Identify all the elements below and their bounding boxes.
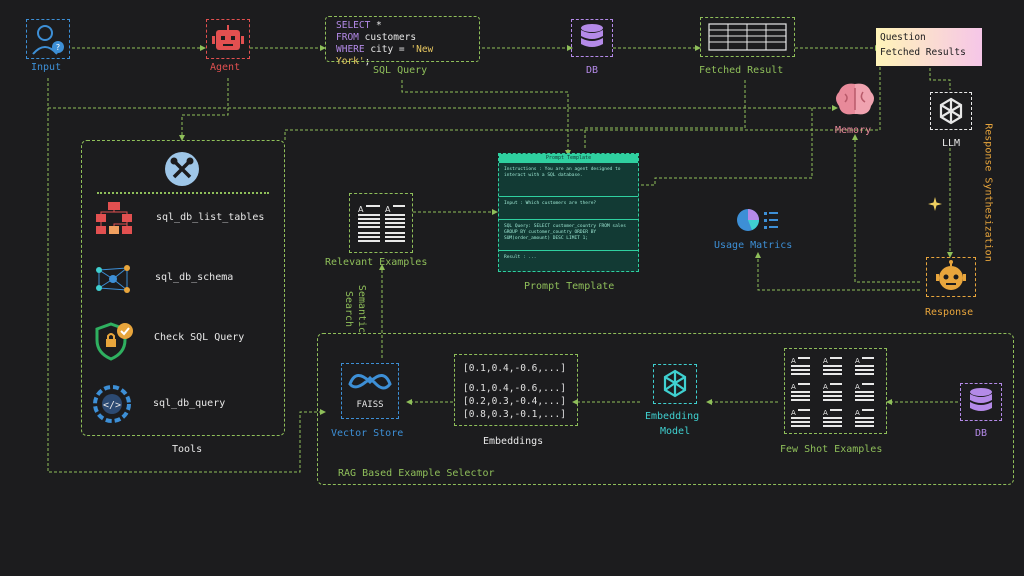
pie-chart-icon	[737, 209, 778, 231]
tool-check-query[interactable]: Check SQL Query	[154, 332, 244, 343]
tools-label: Tools	[172, 444, 203, 455]
flowchart-icon	[96, 202, 132, 234]
prompt-section-sql: SQL Query: SELECT customer_country FROM …	[499, 220, 638, 251]
question-context-box: Question Fetched Results	[876, 28, 982, 66]
sql-text: customers	[358, 32, 417, 43]
svg-text:A: A	[823, 383, 828, 391]
tools-icon-wrap	[165, 152, 199, 186]
embeddings-node[interactable]: [0.1,0.4,-0.6,...] [0.1,0.4,-0.6,...] [0…	[454, 354, 578, 426]
embedding-vector: [0.8,0.3,-0.1,...]	[463, 409, 566, 420]
llm-label: LLM	[942, 138, 961, 149]
sparkle-icon	[928, 197, 942, 211]
sql-text: ;	[364, 56, 371, 67]
svg-text:A: A	[855, 357, 860, 365]
user-icon: ?	[32, 25, 64, 55]
vector-store-node[interactable]: FAISS	[341, 363, 399, 419]
svg-text:A: A	[823, 357, 828, 365]
network-icon	[96, 265, 130, 293]
relevant-examples-node[interactable]: A A	[349, 193, 413, 253]
prompt-section-result: Result : ...	[504, 255, 537, 260]
document-icon: A A	[358, 205, 405, 242]
prompt-section-instructions: Instructions : You are an agent designed…	[499, 163, 638, 197]
input-node[interactable]: ?	[26, 19, 70, 59]
prompt-template-card[interactable]: Prompt Template Instructions : You are a…	[498, 153, 639, 272]
sql-keyword: SELECT	[336, 20, 371, 31]
db-label: DB	[586, 65, 599, 76]
response-node[interactable]	[926, 257, 976, 297]
embedding-model-node[interactable]	[653, 364, 697, 404]
database-icon	[970, 388, 992, 411]
tool-db-query[interactable]: sql_db_query	[153, 398, 225, 409]
svg-text:A: A	[385, 205, 391, 214]
llm-node[interactable]	[930, 92, 972, 130]
rag-selector-label: RAG Based Example Selector	[338, 468, 495, 479]
fetched-results-text: Fetched Results	[880, 47, 966, 58]
document-icon: A A A A A A A A A	[791, 357, 874, 427]
svg-text:A: A	[823, 409, 828, 417]
db2-label: DB	[975, 428, 988, 439]
usage-matrics-label: Usage Matrics	[714, 240, 793, 251]
vector-store-label: Vector Store	[331, 428, 404, 439]
svg-text:A: A	[855, 409, 860, 417]
fetched-result-label: Fetched Result	[699, 65, 784, 76]
tool-schema[interactable]: sql_db_schema	[155, 272, 233, 283]
sql-keyword: FROM	[336, 32, 359, 43]
openai-icon	[939, 97, 963, 125]
svg-text:?: ?	[56, 43, 60, 52]
memory-label: Memory	[835, 125, 872, 136]
rag-selector-container	[317, 333, 1014, 485]
embedding-vector: [0.1,0.4,-0.6,...]	[463, 383, 566, 394]
sql-query-label: SQL Query	[373, 65, 428, 76]
prompt-template-label: Prompt Template	[524, 281, 615, 292]
fetched-result-node[interactable]	[700, 17, 795, 57]
prompt-card-title: Prompt Template	[499, 154, 638, 163]
db-node[interactable]	[571, 19, 613, 57]
table-icon	[708, 23, 787, 51]
sql-keyword: WHERE	[336, 44, 365, 55]
agent-label: Agent	[210, 62, 241, 73]
few-shot-examples-label: Few Shot Examples	[780, 444, 883, 455]
brain-icon	[836, 83, 874, 115]
embeddings-label: Embeddings	[483, 436, 544, 447]
agent-node[interactable]	[206, 19, 250, 59]
openai-icon	[663, 369, 687, 398]
few-shot-examples-node[interactable]: A A A A A A A A A	[784, 348, 887, 434]
database-icon	[581, 24, 603, 47]
infinity-icon	[348, 374, 392, 390]
prompt-section-input: Input : Which customers are there?	[499, 197, 638, 220]
embedding-model-label-1: Embedding	[645, 411, 700, 422]
svg-text:A: A	[791, 409, 796, 417]
semantic-search-label: Semantic Search	[343, 284, 367, 334]
embedding-vector-top: [0.1,0.4,-0.6,...]	[463, 363, 566, 374]
gear-code-icon: </>	[93, 385, 131, 423]
svg-text:</>: </>	[103, 400, 121, 411]
svg-text:A: A	[791, 357, 796, 365]
sql-text: *	[370, 20, 382, 31]
tools-icon	[170, 157, 194, 179]
sql-query-node[interactable]: SELECT * FROM customers WHERE city = 'Ne…	[325, 16, 480, 67]
bot-face-icon	[936, 260, 966, 290]
svg-text:A: A	[358, 205, 364, 214]
tools-divider	[97, 192, 269, 194]
robot-icon	[212, 25, 244, 50]
relevant-examples-label: Relevant Examples	[325, 257, 428, 268]
input-label: Input	[31, 62, 62, 73]
tool-list-tables[interactable]: sql_db_list_tables	[156, 212, 264, 223]
question-text: Question	[880, 32, 926, 43]
faiss-text: FAISS	[356, 400, 384, 410]
svg-text:A: A	[855, 383, 860, 391]
svg-text:A: A	[791, 383, 796, 391]
response-synthesization-label: Response Synthesization	[982, 123, 994, 262]
embedding-model-label-2: Model	[660, 426, 691, 437]
db-node-2[interactable]	[960, 383, 1002, 421]
response-label: Response	[925, 307, 974, 318]
sql-text: city =	[364, 44, 411, 55]
embedding-vector: [0.2,0.3,-0.4,...]	[463, 396, 566, 407]
shield-check-icon	[95, 322, 133, 361]
